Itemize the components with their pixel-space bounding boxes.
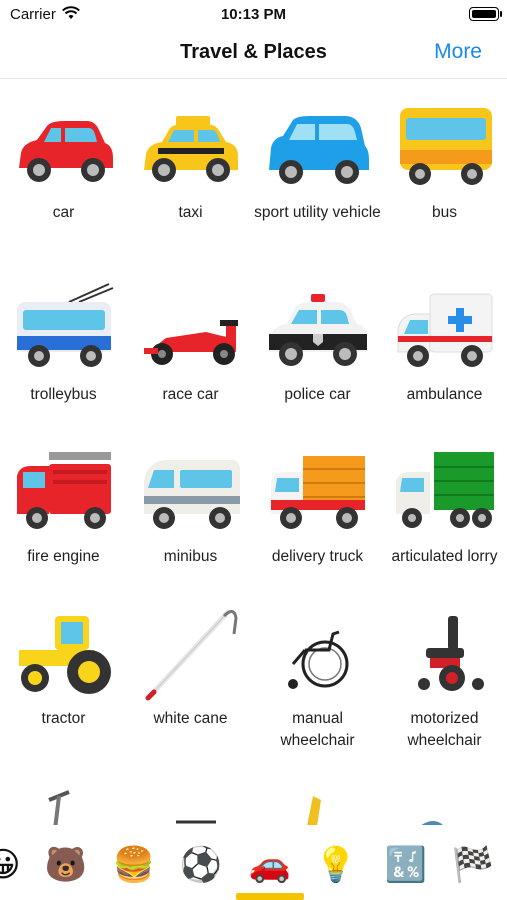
emoji-label: police car — [284, 386, 351, 403]
ambulance-icon — [390, 280, 500, 380]
emoji-cell-tractor[interactable]: tractor — [0, 604, 127, 730]
bicycle-icon — [136, 786, 246, 825]
emoji-label: taxi — [178, 204, 203, 221]
emoji-cell-trolleybus[interactable]: trolleybus — [0, 280, 127, 406]
tab-smileys[interactable]: 😀 — [0, 842, 26, 888]
tab-animals[interactable]: 🐻 — [43, 842, 89, 888]
emoji-cell-minibus[interactable]: minibus — [127, 442, 254, 568]
emoji-cell-ambulance[interactable]: ambulance — [381, 280, 507, 406]
page-title: Travel & Places — [180, 41, 327, 63]
more-button[interactable]: More — [434, 40, 482, 64]
police-car-icon — [263, 280, 373, 380]
suv-icon — [263, 98, 373, 198]
tab-food[interactable]: 🍔 — [111, 842, 157, 888]
tab-flags[interactable]: 🏁 — [450, 842, 496, 888]
emoji-cell-partial[interactable] — [381, 786, 507, 825]
emoji-cell-partial[interactable] — [127, 786, 254, 825]
tab-activity[interactable]: ⚽ — [178, 842, 224, 888]
emoji-cell-white-cane[interactable]: white cane — [127, 604, 254, 730]
emoji-cell-fire-engine[interactable]: fire engine — [0, 442, 127, 568]
car-icon — [9, 98, 119, 198]
emoji-cell-police-car[interactable]: police car — [254, 280, 381, 406]
emoji-label: minibus — [163, 548, 218, 565]
selected-tab-indicator — [236, 893, 304, 900]
minibus-icon — [136, 442, 246, 542]
emoji-grid: car taxi sport utility vehicle bus troll… — [0, 80, 507, 825]
motorized-wheelchair-icon — [390, 604, 500, 704]
emoji-label: sport utility vehicle — [254, 204, 381, 221]
taxi-icon — [136, 98, 246, 198]
emoji-label: motorized wheelchair — [407, 710, 482, 749]
emoji-label: white cane — [153, 710, 228, 727]
battery-icon — [469, 7, 502, 21]
navigation-bar: Travel & Places More — [0, 30, 507, 79]
emoji-label: manual wheelchair — [280, 710, 355, 749]
white-cane-icon — [136, 604, 246, 704]
emoji-cell-race-car[interactable]: race car — [127, 280, 254, 406]
emoji-label: car — [52, 204, 75, 221]
manual-wheelchair-icon — [263, 604, 373, 704]
fire-engine-icon — [9, 442, 119, 542]
emoji-label: delivery truck — [271, 548, 364, 565]
tractor-icon — [9, 604, 119, 704]
status-bar: Carrier 10:13 PM — [0, 0, 507, 30]
clock-time: 10:13 PM — [220, 6, 287, 23]
emoji-label: bus — [432, 204, 457, 221]
emoji-cell-articulated-lorry[interactable]: articulated lorry — [381, 442, 507, 568]
tab-symbols[interactable]: 🔣 — [383, 842, 429, 888]
articulated-lorry-icon — [390, 442, 500, 542]
emoji-cell-taxi[interactable]: taxi — [127, 98, 254, 224]
emoji-cell-partial[interactable] — [254, 786, 381, 825]
emoji-cell-motorized-wheelchair[interactable]: motorized wheelchair — [381, 604, 507, 752]
emoji-label: tractor — [41, 710, 86, 727]
emoji-label: fire engine — [27, 548, 100, 565]
emoji-label: trolleybus — [30, 386, 97, 403]
emoji-cell-manual-wheelchair[interactable]: manual wheelchair — [254, 604, 381, 752]
emoji-cell-bus[interactable]: bus — [381, 98, 507, 224]
emoji-cell-car[interactable]: car — [0, 98, 127, 224]
race-car-icon — [136, 280, 246, 380]
emoji-cell-sport-utility-vehicle[interactable]: sport utility vehicle — [254, 98, 381, 224]
bus-icon — [390, 98, 500, 198]
kick-scooter-icon — [9, 786, 119, 825]
emoji-cell-partial[interactable] — [0, 786, 127, 825]
trolleybus-icon — [9, 280, 119, 380]
motorcycle-icon — [390, 786, 500, 825]
emoji-label: articulated lorry — [391, 548, 498, 565]
motor-scooter-icon — [263, 786, 373, 825]
emoji-label: race car — [162, 386, 219, 403]
category-tab-bar: 😀 🐻 🍔 ⚽ 🚗 💡 🔣 🏁 — [0, 826, 507, 900]
emoji-cell-delivery-truck[interactable]: delivery truck — [254, 442, 381, 568]
delivery-truck-icon — [263, 442, 373, 542]
tab-objects[interactable]: 💡 — [313, 842, 359, 888]
emoji-label: ambulance — [406, 386, 483, 403]
tab-travel[interactable]: 🚗 — [247, 842, 293, 888]
